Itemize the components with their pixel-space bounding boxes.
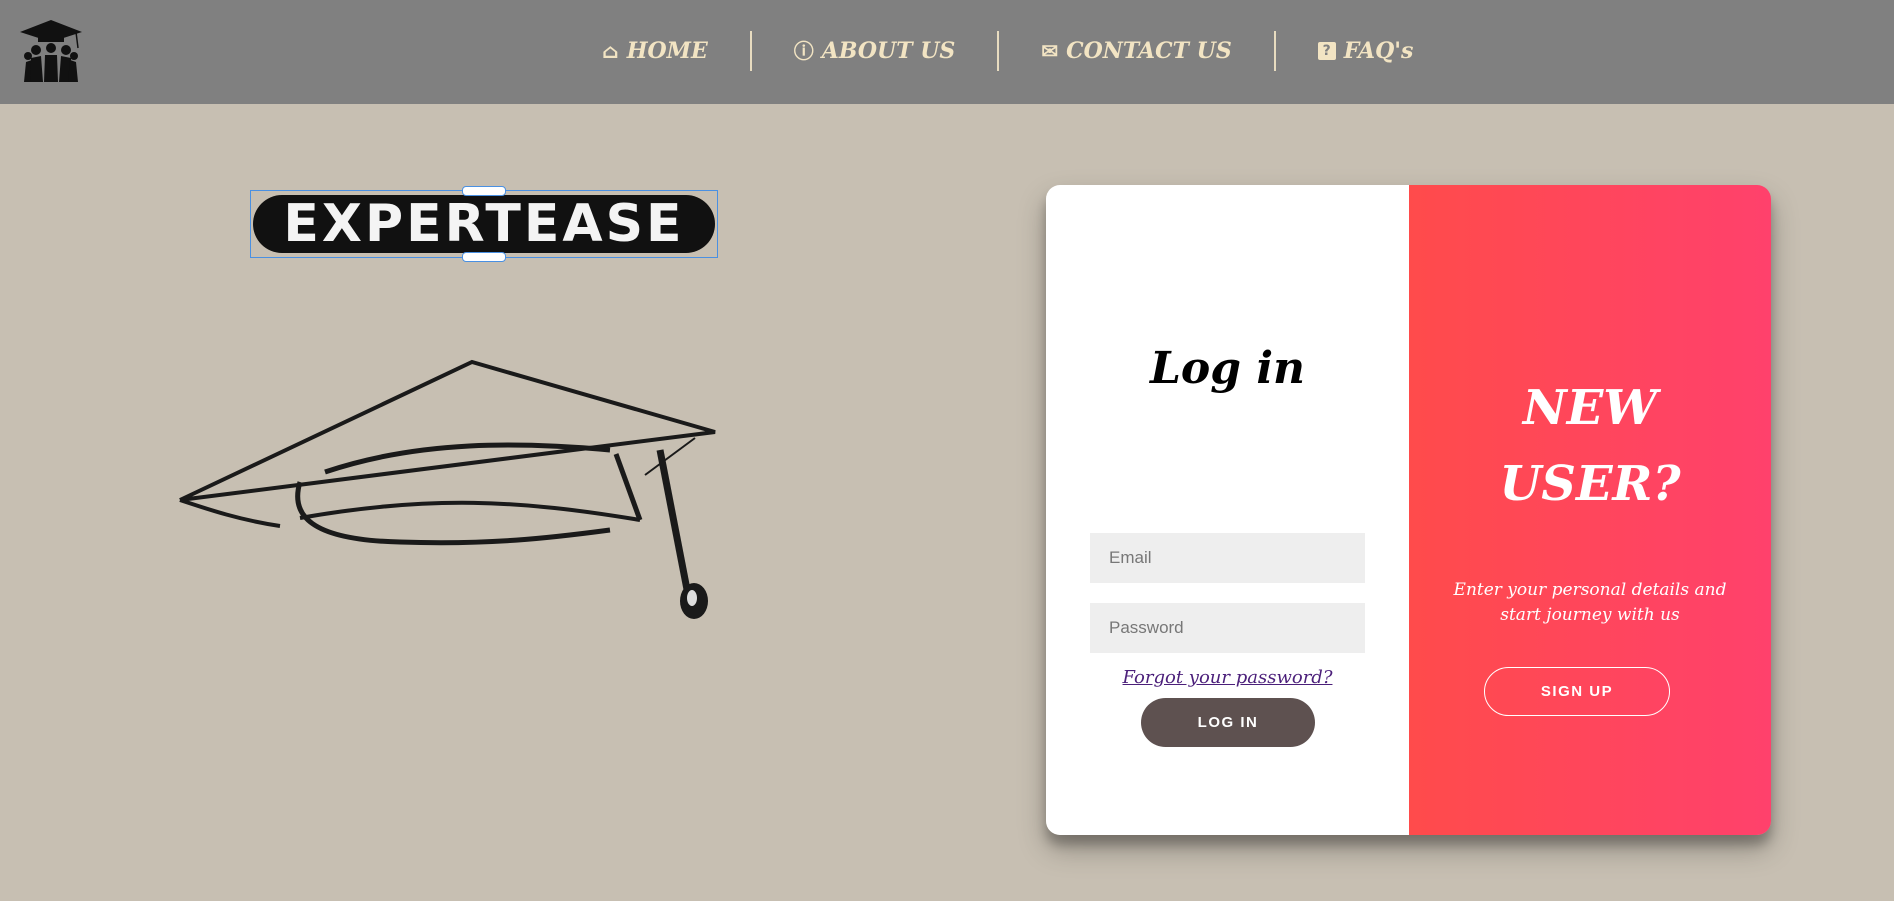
info-icon: ⓘ	[793, 39, 814, 63]
password-field[interactable]	[1090, 603, 1365, 653]
brand-name: EXPERTEASE	[283, 194, 685, 254]
question-icon: ?	[1317, 42, 1336, 60]
signup-title-line2: USER?	[1499, 456, 1681, 512]
nav-item-faq[interactable]: ? FAQ's	[1276, 30, 1456, 72]
home-icon: ⌂	[602, 39, 619, 63]
forgot-password-link[interactable]: Forgot your password?	[1046, 667, 1409, 688]
login-title: Log in	[1149, 343, 1306, 394]
brand-logo-badge: EXPERTEASE	[253, 194, 715, 254]
nav-item-label: CONTACT US	[1066, 38, 1232, 64]
selection-handle	[462, 186, 506, 196]
nav-item-contact[interactable]: ✉ CONTACT US	[999, 30, 1273, 72]
nav-item-home[interactable]: ⌂ HOME	[560, 30, 750, 72]
top-navbar: ⌂ HOME ⓘ ABOUT US ✉ CONTACT US ? FAQ's	[0, 0, 1894, 104]
nav-item-about[interactable]: ⓘ ABOUT US	[752, 30, 998, 72]
email-field[interactable]	[1090, 533, 1365, 583]
selection-handle	[462, 252, 506, 262]
nav-item-label: HOME	[626, 38, 708, 64]
site-logo-icon[interactable]	[18, 18, 84, 84]
envelope-icon: ✉	[1041, 39, 1059, 63]
login-button[interactable]: LOG IN	[1141, 698, 1315, 747]
nav-item-label: ABOUT US	[821, 38, 956, 64]
main-nav: ⌂ HOME ⓘ ABOUT US ✉ CONTACT US ? FAQ's	[560, 30, 1455, 72]
brand-logo: EXPERTEASE	[250, 186, 718, 262]
signup-title: NEW USER?	[1409, 370, 1771, 522]
nav-item-label: FAQ's	[1343, 38, 1414, 64]
signup-button[interactable]: SIGN UP	[1484, 667, 1670, 716]
signup-title-line1: NEW	[1522, 380, 1658, 436]
signup-description: Enter your personal details and start jo…	[1453, 580, 1727, 625]
graduation-cap-illustration	[179, 359, 716, 619]
auth-card: Log in Forgot your password? LOG IN NEW …	[1046, 185, 1771, 835]
login-panel: Log in Forgot your password? LOG IN	[1046, 185, 1409, 835]
signup-panel: NEW USER? Enter your personal details an…	[1409, 185, 1771, 835]
